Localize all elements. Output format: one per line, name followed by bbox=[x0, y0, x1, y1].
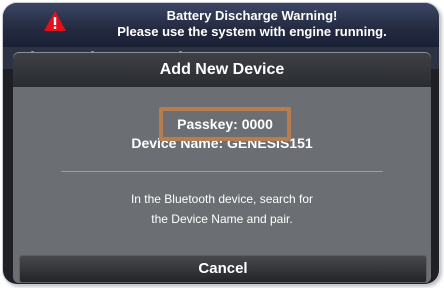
pairing-instructions: In the Bluetooth device, search for the … bbox=[73, 189, 371, 229]
cancel-button[interactable]: Cancel bbox=[19, 255, 427, 283]
battery-warning-banner: Battery Discharge Warning! Please use th… bbox=[3, 3, 439, 47]
warning-message: Battery Discharge Warning! Please use th… bbox=[75, 8, 429, 40]
dialog-divider bbox=[61, 171, 383, 172]
passkey-label: Passkey: 0000 bbox=[159, 107, 291, 141]
warning-line-2: Please use the system with engine runnin… bbox=[117, 24, 387, 39]
screen-frame: Battery Discharge Warning! Please use th… bbox=[3, 3, 439, 284]
warning-line-1: Battery Discharge Warning! bbox=[166, 8, 338, 23]
add-device-dialog: Add New Device Device Name: GENESIS151 P… bbox=[13, 53, 431, 283]
dialog-title: Add New Device bbox=[13, 53, 431, 87]
instructions-line-1: In the Bluetooth device, search for bbox=[130, 192, 314, 206]
instructions-line-2: the Device Name and pair. bbox=[151, 212, 293, 226]
warning-triangle-icon bbox=[44, 11, 66, 31]
